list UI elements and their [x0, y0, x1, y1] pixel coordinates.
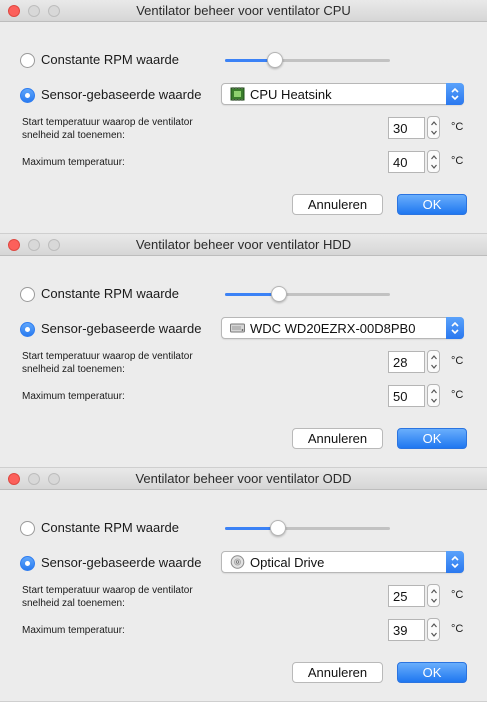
start-temp-label-line1: Start temperatuur waarop de ventilator — [22, 351, 193, 362]
chevron-down-icon[interactable] — [431, 632, 437, 637]
sensor-based-radio[interactable] — [20, 88, 35, 103]
popup-arrows-icon — [446, 83, 464, 105]
slider-knob[interactable] — [269, 520, 286, 536]
start-temp-unit: °C — [451, 589, 464, 601]
start-temp-unit: °C — [451, 121, 464, 133]
selected-sensor-text: Optical Drive — [250, 555, 325, 570]
ok-button[interactable]: OK — [397, 662, 467, 683]
chevron-down-icon[interactable] — [431, 598, 437, 603]
constant-rpm-radio[interactable] — [20, 53, 35, 68]
start-temp-stepper[interactable] — [427, 584, 440, 607]
optical-disc-icon — [230, 555, 245, 569]
start-temp-label: Start temperatuur waarop de ventilator s… — [22, 584, 193, 610]
chevron-down-icon[interactable] — [431, 130, 437, 135]
ok-button[interactable]: OK — [397, 194, 467, 215]
title-bar: Ventilator beheer voor ventilator HDD — [0, 234, 487, 256]
max-temp-label: Maximum temperatuur: — [22, 625, 125, 636]
start-temp-field[interactable]: 25 — [388, 585, 425, 607]
start-temp-label-line2: snelheid zal toenemen: — [22, 598, 125, 609]
start-temp-label: Start temperatuur waarop de ventilator s… — [22, 350, 193, 376]
chevron-up-icon[interactable] — [431, 623, 437, 628]
chevron-up-icon[interactable] — [431, 355, 437, 360]
sensor-based-label[interactable]: Sensor-gebaseerde waarde — [41, 321, 201, 336]
popup-arrows-icon — [446, 317, 464, 339]
max-temp-stepper[interactable] — [427, 150, 440, 173]
chevron-up-icon[interactable] — [431, 389, 437, 394]
sensor-popup[interactable]: CPU Heatsink — [221, 83, 464, 105]
start-temp-stepper[interactable] — [427, 116, 440, 139]
chevron-down-icon[interactable] — [431, 398, 437, 403]
title-bar: Ventilator beheer voor ventilator CPU — [0, 0, 487, 22]
start-temp-label-line1: Start temperatuur waarop de ventilator — [22, 117, 193, 128]
sensor-based-label[interactable]: Sensor-gebaseerde waarde — [41, 555, 201, 570]
start-temp-stepper[interactable] — [427, 350, 440, 373]
chevron-up-icon[interactable] — [431, 121, 437, 126]
window-title: Ventilator beheer voor ventilator CPU — [136, 3, 351, 18]
chevron-up-icon[interactable] — [431, 155, 437, 160]
max-temp-label: Maximum temperatuur: — [22, 157, 125, 168]
slider-knob[interactable] — [266, 52, 283, 68]
ok-button[interactable]: OK — [397, 428, 467, 449]
start-temp-label-line1: Start temperatuur waarop de ventilator — [22, 585, 193, 596]
sensor-popup[interactable]: WDC WD20EZRX-00D8PB0 — [221, 317, 464, 339]
start-temp-label-line2: snelheid zal toenemen: — [22, 130, 125, 141]
constant-rpm-radio[interactable] — [20, 521, 35, 536]
cancel-button[interactable]: Annuleren — [292, 662, 383, 683]
window-title: Ventilator beheer voor ventilator ODD — [135, 471, 352, 486]
max-temp-field[interactable]: 39 — [388, 619, 425, 641]
sensor-based-radio[interactable] — [20, 322, 35, 337]
sensor-popup[interactable]: Optical Drive — [221, 551, 464, 573]
fan-dialog-odd: Ventilator beheer voor ventilator ODD Co… — [0, 468, 487, 702]
max-temp-unit: °C — [451, 155, 464, 167]
cancel-button[interactable]: Annuleren — [292, 428, 383, 449]
selected-sensor-text: WDC WD20EZRX-00D8PB0 — [250, 321, 416, 336]
constant-rpm-radio[interactable] — [20, 287, 35, 302]
sensor-based-radio[interactable] — [20, 556, 35, 571]
chevron-down-icon[interactable] — [431, 164, 437, 169]
hard-drive-icon — [230, 321, 245, 335]
fan-dialog-cpu: Ventilator beheer voor ventilator CPU Co… — [0, 0, 487, 234]
max-temp-unit: °C — [451, 623, 464, 635]
window-title: Ventilator beheer voor ventilator HDD — [135, 237, 352, 252]
popup-arrows-icon — [446, 551, 464, 573]
constant-rpm-label[interactable]: Constante RPM waarde — [41, 286, 179, 301]
selected-sensor-text: CPU Heatsink — [250, 87, 332, 102]
chip-icon — [230, 87, 245, 101]
sensor-based-label[interactable]: Sensor-gebaseerde waarde — [41, 87, 201, 102]
constant-rpm-label[interactable]: Constante RPM waarde — [41, 52, 179, 67]
max-temp-unit: °C — [451, 389, 464, 401]
chevron-down-icon[interactable] — [431, 364, 437, 369]
max-temp-stepper[interactable] — [427, 618, 440, 641]
start-temp-field[interactable]: 30 — [388, 117, 425, 139]
start-temp-unit: °C — [451, 355, 464, 367]
start-temp-label: Start temperatuur waarop de ventilator s… — [22, 116, 193, 142]
max-temp-stepper[interactable] — [427, 384, 440, 407]
slider-knob[interactable] — [271, 286, 288, 302]
fan-dialog-hdd: Ventilator beheer voor ventilator HDD Co… — [0, 234, 487, 468]
max-temp-field[interactable]: 40 — [388, 151, 425, 173]
start-temp-label-line2: snelheid zal toenemen: — [22, 364, 125, 375]
cancel-button[interactable]: Annuleren — [292, 194, 383, 215]
max-temp-label: Maximum temperatuur: — [22, 391, 125, 402]
chevron-up-icon[interactable] — [431, 589, 437, 594]
constant-rpm-label[interactable]: Constante RPM waarde — [41, 520, 179, 535]
start-temp-field[interactable]: 28 — [388, 351, 425, 373]
max-temp-field[interactable]: 50 — [388, 385, 425, 407]
title-bar: Ventilator beheer voor ventilator ODD — [0, 468, 487, 490]
